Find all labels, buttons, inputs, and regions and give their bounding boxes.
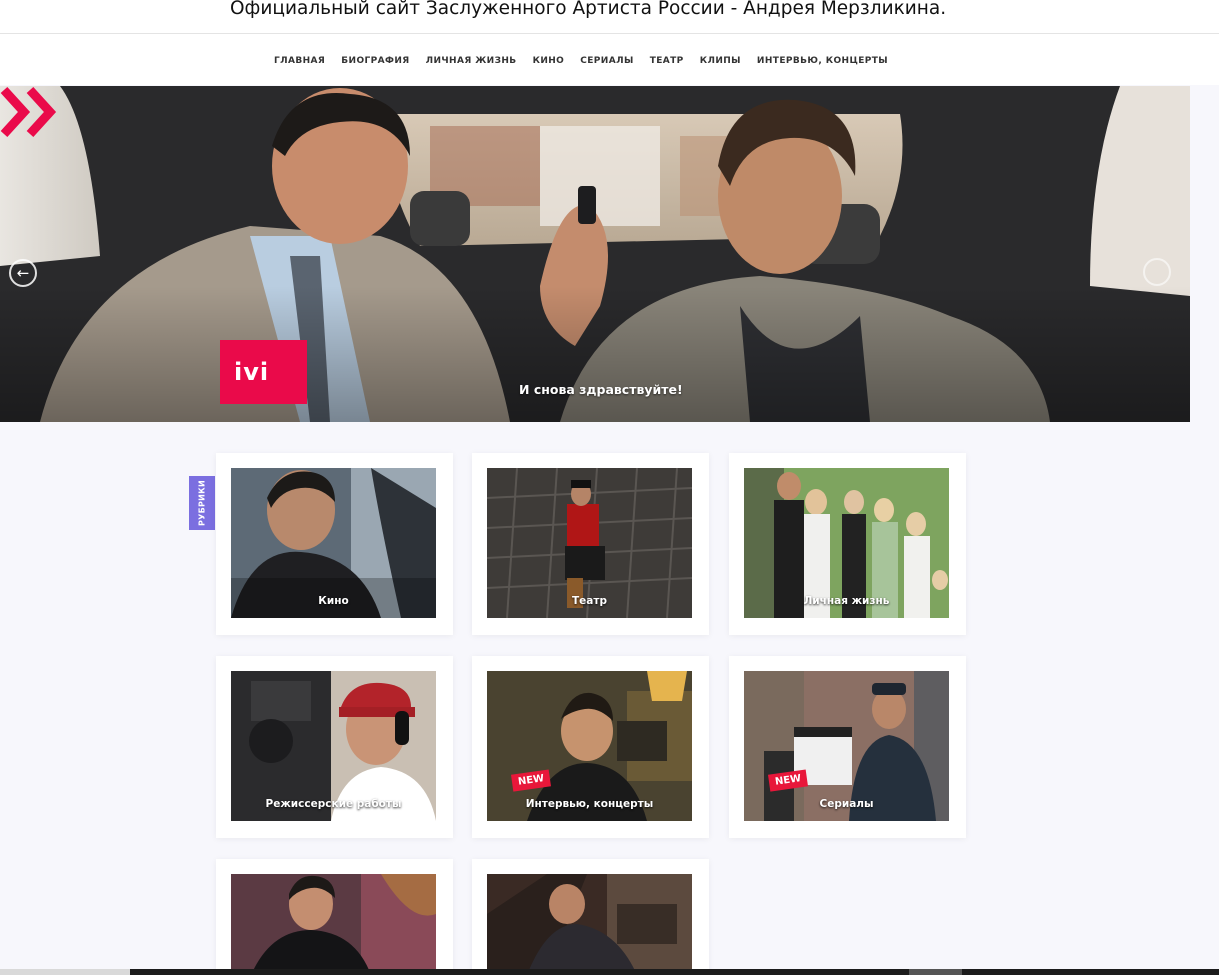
ivi-logo-text: ivi xyxy=(234,358,270,386)
category-card-interviews[interactable]: NEW Интервью, концерты xyxy=(472,656,709,838)
slider-prev-button[interactable]: ← xyxy=(9,259,37,287)
scrollbar-thumb[interactable] xyxy=(909,969,962,975)
category-label: Сериалы xyxy=(819,798,874,810)
ivi-logo: ivi xyxy=(220,340,307,404)
category-card-7[interactable] xyxy=(216,859,453,975)
nav-item-series[interactable]: СЕРИАЛЫ xyxy=(580,52,633,70)
category-label: Театр xyxy=(572,595,607,607)
category-label: Кино xyxy=(318,595,349,607)
nav-item-home[interactable]: ГЛАВНАЯ xyxy=(274,52,325,70)
nav-item-biography[interactable]: БИОГРАФИЯ xyxy=(341,52,409,70)
category-image: Личная жизнь xyxy=(744,468,949,618)
category-image: NEW Интервью, концерты xyxy=(487,671,692,821)
double-chevron-icon xyxy=(0,86,57,138)
category-card-cinema[interactable]: Кино xyxy=(216,453,453,635)
category-label: Интервью, концерты xyxy=(525,798,654,810)
nav-item-interviews[interactable]: ИНТЕРВЬЮ, КОНЦЕРТЫ xyxy=(757,52,888,70)
site-header: Официальный сайт Заслуженного Артиста Ро… xyxy=(0,0,1219,85)
category-image: Кино xyxy=(231,468,436,618)
hero-slider[interactable]: ← ivi И снова здравствуйте! xyxy=(0,86,1190,422)
category-label: Личная жизнь xyxy=(803,595,890,607)
categories-side-tab[interactable]: РУБРИКИ xyxy=(189,476,215,530)
category-card-directing[interactable]: Режиссерские работы xyxy=(216,656,453,838)
category-image xyxy=(231,874,436,975)
nav-item-cinema[interactable]: КИНО xyxy=(533,52,565,70)
hero-slide-image xyxy=(0,86,1190,422)
nav-item-personal-life[interactable]: ЛИЧНАЯ ЖИЗНЬ xyxy=(426,52,517,70)
header-divider xyxy=(0,33,1219,34)
category-image: Режиссерские работы xyxy=(231,671,436,821)
side-tab-label: РУБРИКИ xyxy=(197,479,207,527)
category-card-personal-life[interactable]: Личная жизнь xyxy=(729,453,966,635)
nav-item-theatre[interactable]: ТЕАТР xyxy=(650,52,684,70)
nav-item-clips[interactable]: КЛИПЫ xyxy=(700,52,741,70)
horizontal-scrollbar[interactable] xyxy=(130,969,1219,975)
arrow-left-icon: ← xyxy=(16,264,30,282)
category-image: Театр xyxy=(487,468,692,618)
bottom-edge xyxy=(0,969,130,975)
slide-caption: И снова здравствуйте! xyxy=(519,382,683,397)
category-card-series[interactable]: NEW Сериалы xyxy=(729,656,966,838)
category-card-theatre[interactable]: Театр xyxy=(472,453,709,635)
category-label: Режиссерские работы xyxy=(265,798,402,810)
category-image: NEW Сериалы xyxy=(744,671,949,821)
category-image xyxy=(487,874,692,975)
site-title: Официальный сайт Заслуженного Артиста Ро… xyxy=(230,0,947,19)
slider-next-button[interactable] xyxy=(1143,258,1171,286)
category-card-8[interactable] xyxy=(472,859,709,975)
main-nav: ГЛАВНАЯ БИОГРАФИЯ ЛИЧНАЯ ЖИЗНЬ КИНО СЕРИ… xyxy=(0,52,1162,70)
